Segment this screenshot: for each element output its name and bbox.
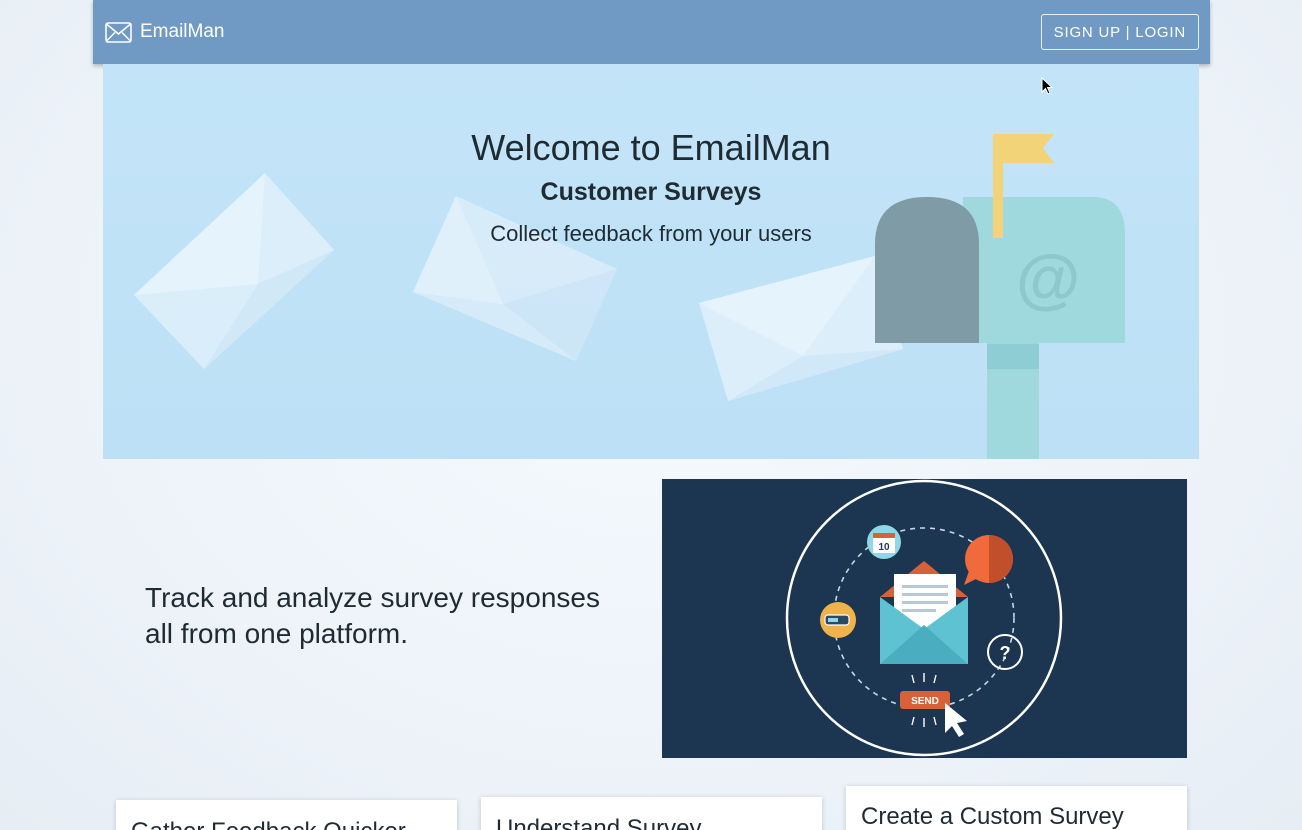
envelope-icon [105, 21, 132, 43]
feature-card[interactable]: Create a Custom Survey [846, 786, 1187, 830]
hero-title: Welcome to EmailMan [471, 127, 831, 168]
send-label: SEND [911, 696, 939, 707]
card-title: Gather Feedback Quicker [131, 818, 406, 830]
hero-subtitle: Customer Surveys [540, 178, 762, 206]
pointer-cursor-icon [945, 703, 967, 737]
feature-card[interactable]: Gather Feedback Quicker [116, 800, 457, 830]
mouse-cursor-icon [1041, 77, 1053, 95]
mailbox-at-symbol: @ [1016, 241, 1080, 315]
feature-card[interactable]: Understand Survey [481, 797, 822, 830]
calendar-day: 10 [878, 542, 890, 553]
card-title: Understand Survey [496, 815, 702, 830]
navbar: EmailMan SIGN UP | LOGIN [93, 0, 1210, 64]
speech-bubble-icon [964, 535, 1013, 585]
card-title: Create a Custom Survey [861, 803, 1124, 830]
signup-login-button[interactable]: SIGN UP | LOGIN [1040, 14, 1199, 50]
brand[interactable]: EmailMan [105, 21, 224, 43]
survey-illustration: 10 ? SEND [662, 479, 1187, 758]
open-envelope-icon [880, 561, 968, 664]
hero-illustration: @ [134, 134, 1125, 459]
hero-description: Collect feedback from your users [490, 221, 812, 246]
brand-name: EmailMan [140, 21, 225, 42]
hero-banner: @ Welcome to EmailMan Customer Surveys C… [103, 64, 1199, 459]
feature-headline: Track and analyze survey responses all f… [145, 582, 600, 649]
battery-icon [820, 602, 856, 638]
floating-envelope-icon [699, 256, 903, 401]
question-mark: ? [1000, 643, 1011, 663]
